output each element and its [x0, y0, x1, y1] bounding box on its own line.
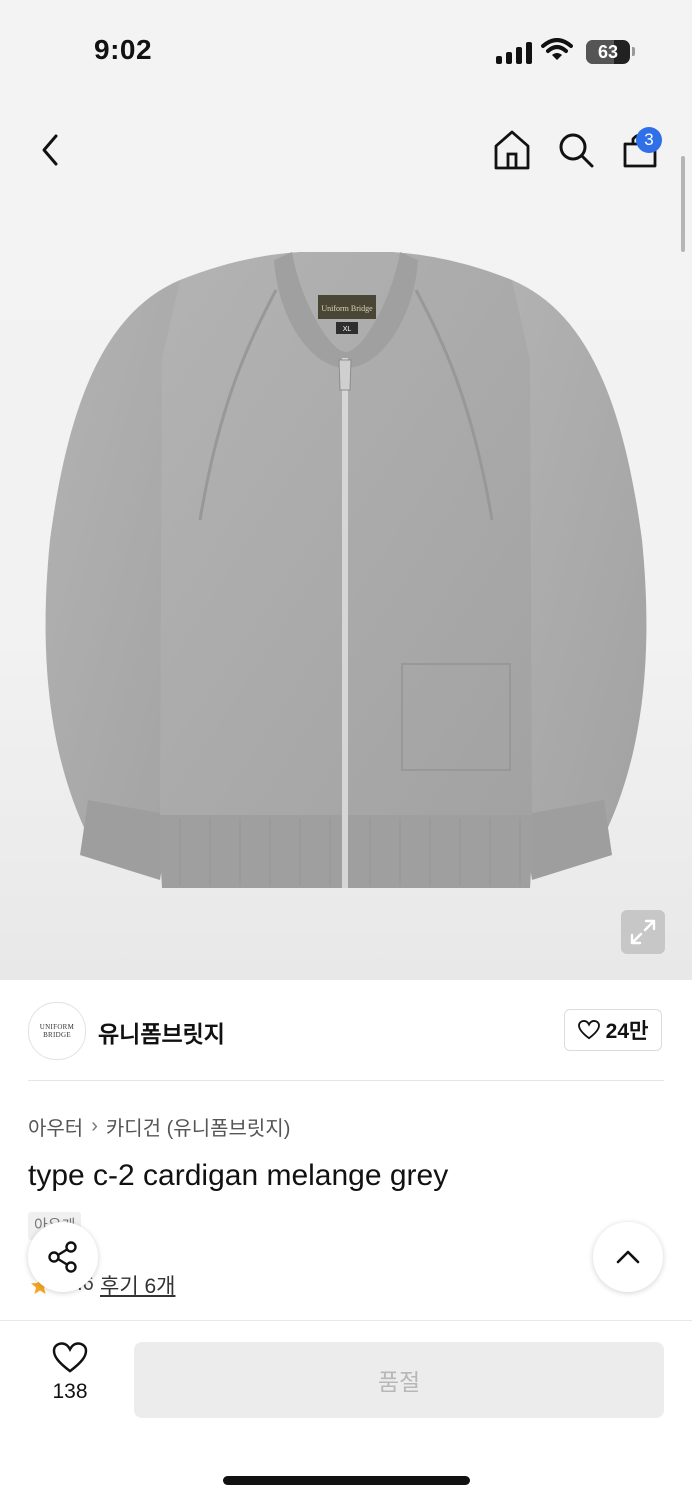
review-link[interactable]: 후기 6개 — [100, 1270, 175, 1300]
brand-like-count: 24만 — [605, 1020, 649, 1043]
share-icon — [48, 1241, 77, 1273]
breadcrumb: 아우터 › 카디건 (유니폼브릿지) — [28, 1112, 290, 1141]
breadcrumb-item-outer[interactable]: 아우터 — [28, 1112, 83, 1141]
battery-level: 63 — [597, 42, 619, 62]
expand-image-button[interactable] — [621, 910, 665, 954]
breadcrumb-item-cardigan[interactable]: 카디건 (유니폼브릿지) — [106, 1112, 290, 1141]
search-button[interactable] — [556, 130, 596, 170]
battery-cap — [632, 47, 635, 56]
chevron-up-icon — [616, 1250, 640, 1264]
brand-logo-text: UNIFORM BRIDGE — [39, 1023, 75, 1039]
divider — [28, 1080, 664, 1081]
heart-icon — [52, 1342, 88, 1373]
expand-icon — [630, 919, 656, 945]
status-bar: 9:02 63 — [0, 0, 692, 100]
brand-name[interactable]: 유니폼브릿지 — [98, 1015, 225, 1049]
brand-logo[interactable]: UNIFORM BRIDGE — [28, 1002, 86, 1060]
wish-count: 138 — [52, 1380, 88, 1403]
home-button[interactable] — [492, 128, 532, 172]
scroll-indicator — [681, 156, 685, 252]
cart-count-badge: 3 — [636, 127, 662, 153]
share-button[interactable] — [28, 1222, 98, 1292]
garment-label-text: Uniform Bridge — [321, 304, 373, 313]
product-title: type c-2 cardigan melange grey — [28, 1159, 449, 1192]
wifi-icon — [541, 38, 573, 60]
product-image[interactable]: Uniform Bridge XL — [30, 240, 662, 900]
soldout-button[interactable]: 품절 — [134, 1342, 664, 1418]
brand-like-button[interactable]: 24만 — [564, 1009, 662, 1051]
battery-icon: 63 — [586, 40, 630, 64]
garment-size-label: XL — [343, 326, 352, 333]
chevron-right-icon: › — [91, 1115, 98, 1137]
wish-button[interactable]: 138 — [40, 1342, 100, 1412]
signal-icon — [496, 42, 532, 64]
home-indicator[interactable] — [223, 1476, 470, 1485]
back-button[interactable] — [32, 130, 68, 170]
scroll-top-button[interactable] — [593, 1222, 663, 1292]
status-time: 9:02 — [94, 34, 153, 65]
heart-icon — [577, 1020, 600, 1040]
